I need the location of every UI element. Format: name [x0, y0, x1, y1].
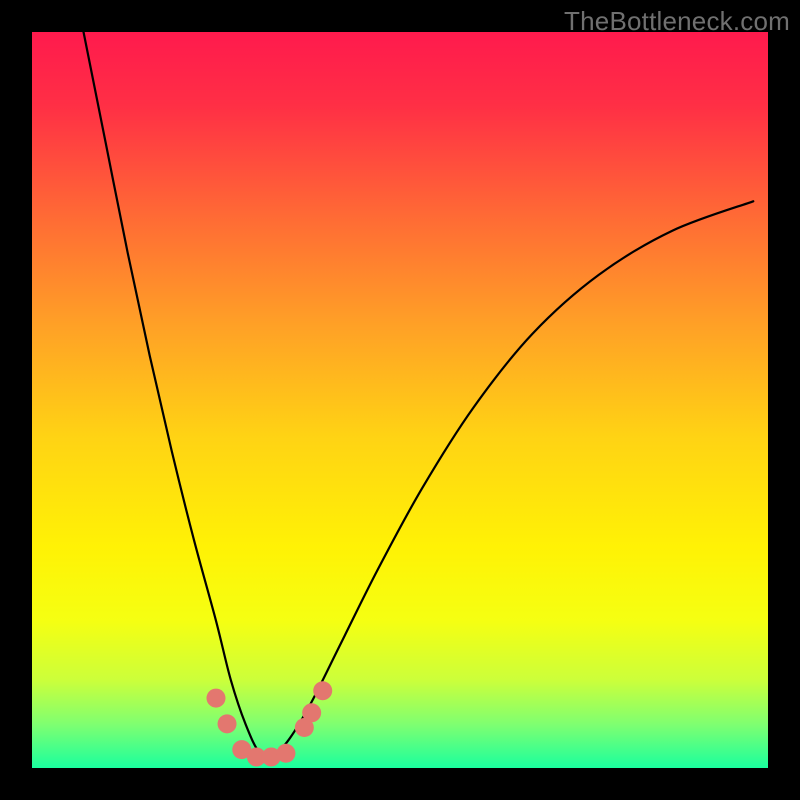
marker-point	[276, 744, 295, 763]
plot-background	[32, 32, 768, 768]
chart-frame: TheBottleneck.com	[0, 0, 800, 800]
marker-point	[313, 681, 332, 700]
chart-svg	[0, 0, 800, 800]
marker-point	[207, 689, 226, 708]
marker-point	[218, 714, 237, 733]
marker-point	[302, 703, 321, 722]
